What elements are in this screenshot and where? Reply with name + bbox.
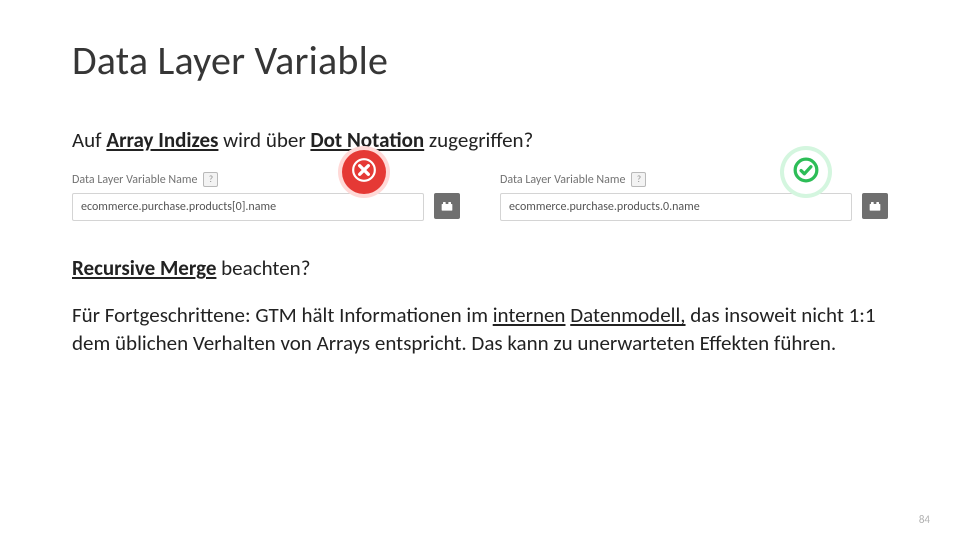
subheading: Recursive Merge beachten? bbox=[72, 255, 888, 281]
example-right: Data Layer Variable Name ? ecommerce.pur… bbox=[500, 172, 888, 221]
lead-post: zugegriffen? bbox=[424, 127, 533, 153]
field-label-text: Data Layer Variable Name bbox=[500, 173, 625, 187]
slide: Data Layer Variable Auf Array Indizes wi… bbox=[0, 0, 960, 540]
paragraph: Für Fortgeschrittene: GTM hält Informati… bbox=[72, 302, 888, 357]
page-number: 84 bbox=[919, 513, 930, 526]
examples-row: Data Layer Variable Name ? ecommerce.pur… bbox=[72, 172, 888, 221]
help-icon[interactable]: ? bbox=[631, 172, 646, 187]
check-icon bbox=[793, 157, 819, 188]
brick-icon bbox=[867, 198, 883, 214]
subheading-rest: beachten? bbox=[216, 255, 310, 281]
slide-title: Data Layer Variable bbox=[72, 38, 888, 84]
variable-picker-button[interactable] bbox=[434, 193, 460, 219]
cross-icon bbox=[351, 157, 377, 188]
lead-mid: wird über bbox=[218, 127, 310, 153]
lead-underline-1: Array Indizes bbox=[106, 127, 218, 153]
lead-sentence: Auf Array Indizes wird über Dot Notation… bbox=[72, 126, 888, 154]
para-part-1: Für Fortgeschrittene: GTM hält Informati… bbox=[72, 302, 493, 328]
input-wrap-wrong: ecommerce.purchase.products[0].name bbox=[72, 193, 460, 221]
right-badge bbox=[784, 150, 828, 194]
example-wrong: Data Layer Variable Name ? ecommerce.pur… bbox=[72, 172, 460, 221]
variable-name-input-wrong[interactable]: ecommerce.purchase.products[0].name bbox=[72, 193, 424, 221]
brick-icon bbox=[439, 198, 455, 214]
subheading-underline: Recursive Merge bbox=[72, 255, 216, 281]
variable-name-input-right[interactable]: ecommerce.purchase.products.0.name bbox=[500, 193, 852, 221]
variable-picker-button[interactable] bbox=[862, 193, 888, 219]
field-label-right: Data Layer Variable Name ? bbox=[500, 172, 888, 187]
para-link-2[interactable]: Datenmodell, bbox=[570, 302, 685, 328]
field-label-wrong: Data Layer Variable Name ? bbox=[72, 172, 460, 187]
input-wrap-right: ecommerce.purchase.products.0.name bbox=[500, 193, 888, 221]
lead-pre: Auf bbox=[72, 127, 106, 153]
para-link-1[interactable]: internen bbox=[493, 302, 566, 328]
field-label-text: Data Layer Variable Name bbox=[72, 173, 197, 187]
wrong-badge bbox=[342, 150, 386, 194]
lead-underline-2: Dot Notation bbox=[310, 127, 424, 153]
help-icon[interactable]: ? bbox=[203, 172, 218, 187]
